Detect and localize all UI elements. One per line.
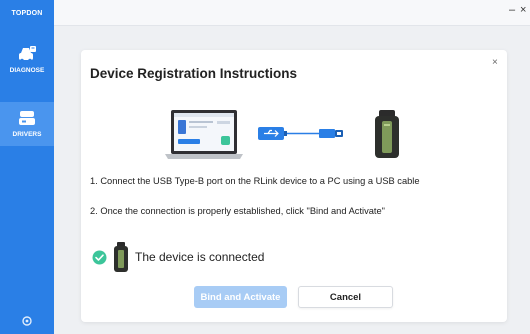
brand-logo: TOPDON (11, 9, 43, 17)
bind-and-activate-button[interactable]: Bind and Activate (194, 286, 287, 308)
cancel-button[interactable]: Cancel (298, 286, 393, 308)
car-diagnose-icon (19, 46, 36, 63)
sidebar: TOPDON DIAGNOSE DRIVERS (0, 0, 54, 334)
sidebar-item-drivers[interactable]: DRIVERS (0, 102, 54, 146)
usb-cable-icon (258, 127, 343, 140)
status-text: The device is connected (135, 250, 265, 264)
window-close-button[interactable]: × (520, 4, 526, 16)
minimize-button[interactable]: – (509, 4, 515, 16)
sidebar-item-label: DRIVERS (12, 131, 42, 138)
rlink-device-icon (375, 110, 399, 158)
laptop-icon (165, 110, 243, 159)
device-icon (114, 242, 128, 272)
instruction-step-1: 1. Connect the USB Type-B port on the RL… (90, 176, 420, 186)
check-circle-icon (92, 250, 107, 264)
drivers-icon (19, 111, 35, 125)
title-bar: – × (54, 0, 530, 26)
registration-dialog: × Device Registration Instructions 1. Co… (81, 50, 507, 322)
connection-status: The device is connected (92, 242, 264, 272)
settings-icon[interactable] (20, 314, 34, 328)
sidebar-item-diagnose[interactable]: DIAGNOSE (0, 36, 54, 86)
instruction-step-2: 2. Once the connection is properly estab… (90, 206, 385, 216)
connection-illustration (165, 110, 399, 159)
sidebar-item-label: DIAGNOSE (9, 67, 45, 74)
